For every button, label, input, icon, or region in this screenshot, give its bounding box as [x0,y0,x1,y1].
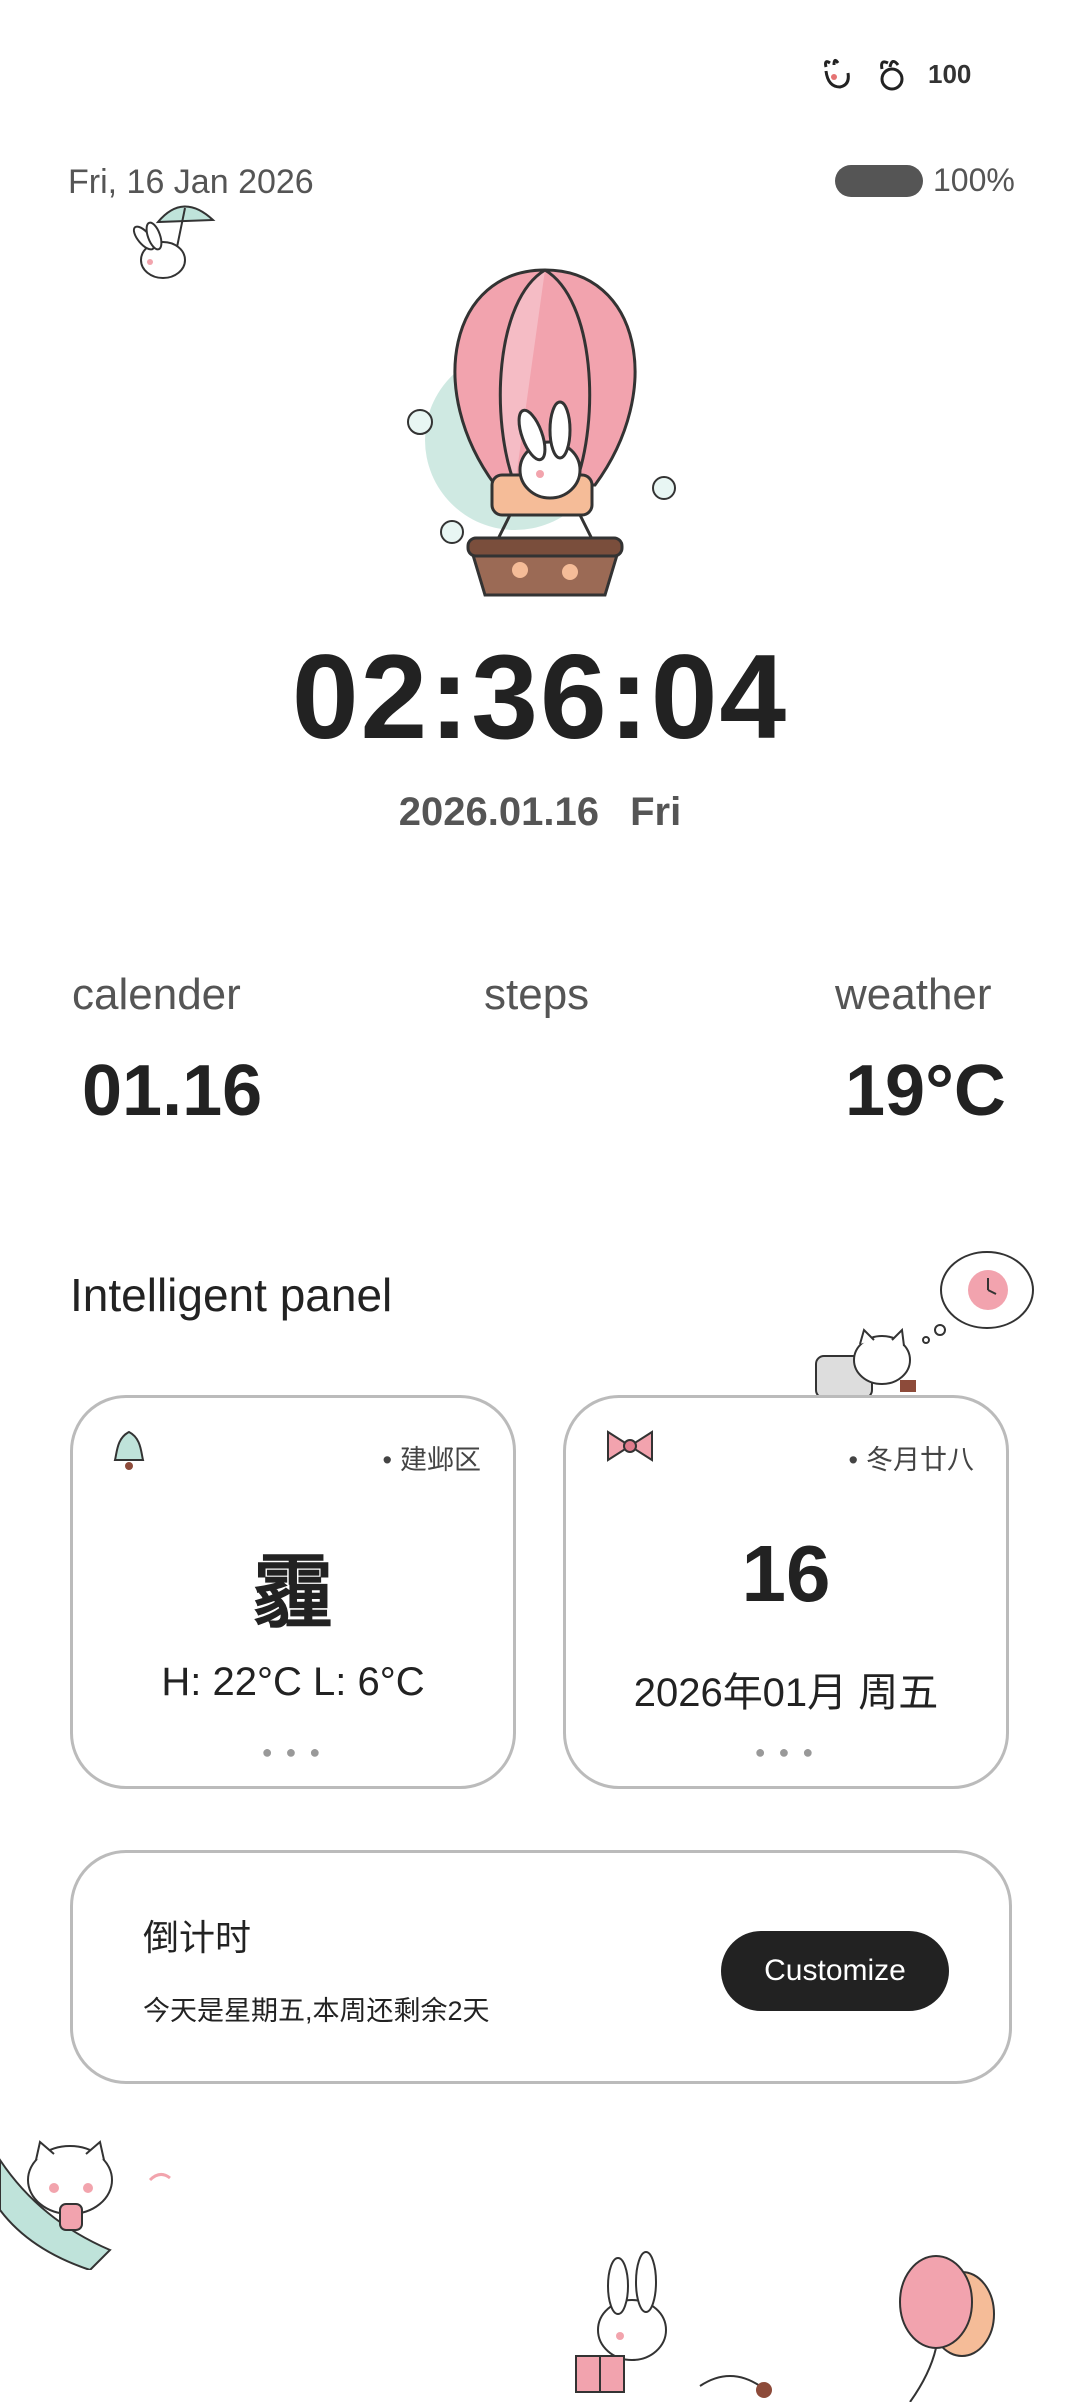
card-page-dots: ● ● ● [754,1742,818,1762]
weather-card[interactable]: 建邺区 霾 H: 22°C L: 6°C ● ● ● [70,1395,516,1789]
battery-bar [835,164,923,197]
bow-icon [604,1428,656,1469]
calendar-month-line: 2026年01月 周五 [633,1671,939,1715]
lock-clock: 02:36:04 [291,630,789,764]
bunny-gift-illustration [560,2246,780,2402]
weather-location: 建邺区 [383,1438,481,1477]
calendar-label[interactable]: calender [72,970,241,1020]
battery-percent: 100% [933,162,1015,198]
weather-condition: 霾 [253,1548,333,1637]
card-page-dots: ● ● ● [261,1742,325,1762]
weather-value[interactable]: 19°C [845,1050,1006,1132]
battery-indicator: 100% [835,162,1015,199]
panel-title: Intelligent panel [70,1269,393,1321]
bell-icon [111,1428,147,1477]
calendar-day: 16 [741,1529,831,1618]
steps-label[interactable]: steps [484,970,589,1020]
balloons-illustration [890,2254,1000,2402]
cat-slide-illustration [0,2130,180,2275]
bunny-umbrella-illustration [118,192,228,297]
countdown-message: 今天是星期五,本周还剩余2天 [143,1996,490,2026]
countdown-title: 倒计时 [143,1917,252,1958]
bunny-head-icon [874,57,910,91]
status-bar: 100 [820,52,1020,96]
bunny-paw-icon [820,57,856,91]
cat-clock-illustration [812,1248,1040,1403]
lunar-date: 冬月廿八 [849,1438,974,1477]
clock-date: 2026.01.16 Fri [398,790,682,834]
battery-status: 100 [928,58,972,89]
calendar-value[interactable]: 01.16 [82,1050,262,1132]
weather-range: H: 22°C L: 6°C [161,1660,425,1704]
weather-label[interactable]: weather [835,970,992,1020]
calendar-card[interactable]: 冬月廿八 16 2026年01月 周五 ● ● ● [563,1395,1009,1789]
countdown-card[interactable]: 倒计时 今天是星期五,本周还剩余2天 Customize [70,1850,1012,2084]
customize-button[interactable]: Customize [721,1931,949,2011]
hot-air-balloon-illustration [400,260,690,615]
